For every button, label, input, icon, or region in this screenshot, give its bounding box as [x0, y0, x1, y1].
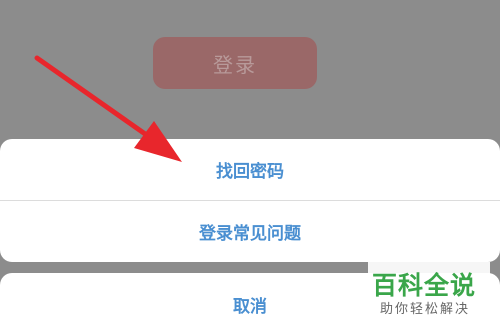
- watermark-logo: 百科全说 助你轻松解决: [368, 262, 490, 322]
- login-faq-option[interactable]: 登录常见问题: [0, 201, 500, 262]
- watermark-title: 百科全说: [372, 271, 477, 300]
- login-button: 登录: [153, 37, 317, 89]
- find-password-option[interactable]: 找回密码: [0, 139, 500, 200]
- watermark-subtitle: 助你轻松解决: [380, 302, 471, 317]
- action-sheet: 找回密码 登录常见问题: [0, 139, 500, 262]
